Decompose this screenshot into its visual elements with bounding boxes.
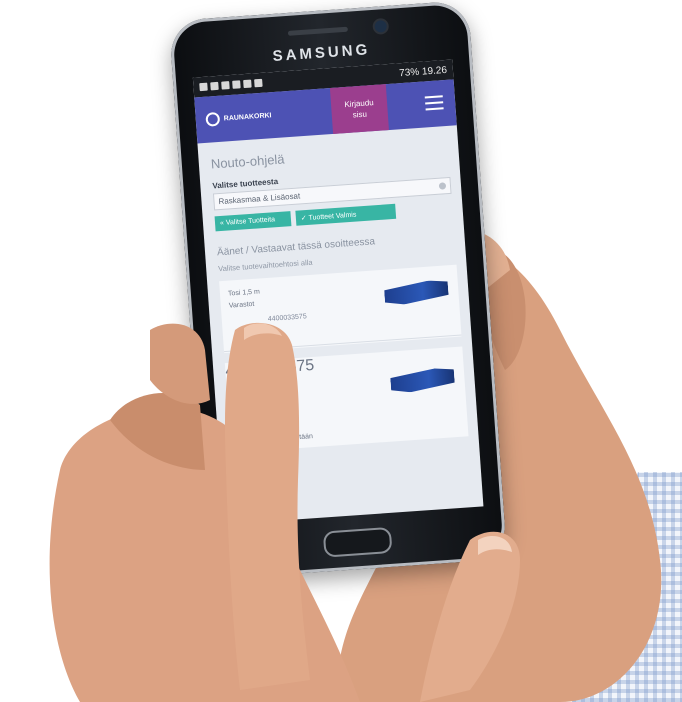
pointing-hand xyxy=(49,322,520,702)
photo-scene: SAMSUNG 73% 19.26 RAUNAKORKI Kirjaudu si… xyxy=(0,0,682,702)
